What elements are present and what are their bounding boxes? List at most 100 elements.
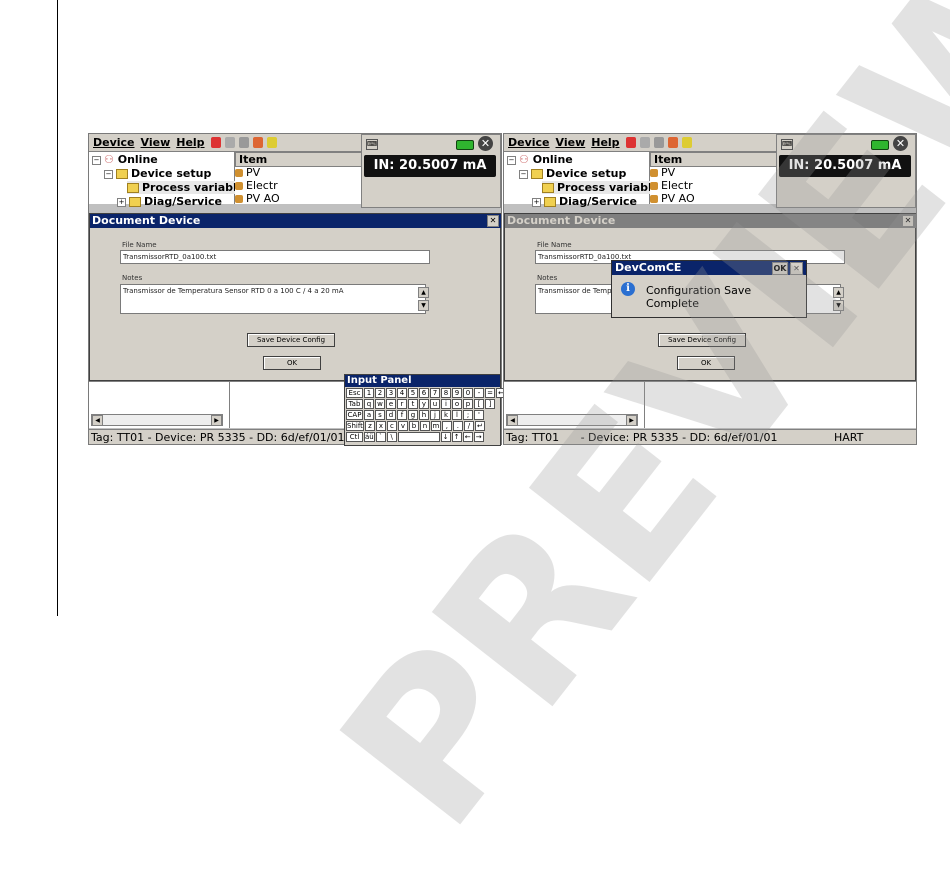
list-item[interactable]: PV [650, 166, 675, 179]
keyboard-key[interactable]: ↑ [451, 432, 462, 442]
notes-field[interactable]: Transmissor de Temperatura Sensor RTD 0 … [120, 284, 426, 314]
save-device-config-button[interactable]: Save Device Config [658, 333, 746, 347]
device-icon[interactable] [653, 137, 664, 148]
close-icon[interactable]: ✕ [893, 136, 908, 151]
keyboard-key[interactable]: / [463, 421, 474, 431]
keyboard-key[interactable]: f [397, 410, 407, 420]
keyboard-key[interactable]: v [397, 421, 408, 431]
keyboard-key[interactable]: 5 [408, 388, 418, 398]
tree-item-process-variables[interactable]: Process variable: [542, 181, 664, 194]
menu-view[interactable]: View [556, 136, 586, 149]
scroll-left-icon[interactable]: ◀ [507, 415, 518, 426]
keyboard-key[interactable]: t [408, 399, 418, 409]
disconnect-icon[interactable] [224, 137, 235, 148]
keyboard-key[interactable]: 2 [375, 388, 385, 398]
keyboard-key[interactable]: l [452, 410, 462, 420]
keyboard-key[interactable]: 1 [364, 388, 374, 398]
keyboard-key[interactable]: Ctl [346, 432, 363, 442]
keyboard-key[interactable]: . [452, 421, 463, 431]
keyboard-key[interactable]: = [485, 388, 495, 398]
close-icon[interactable]: ✕ [478, 136, 493, 151]
keyboard-key[interactable]: 9 [452, 388, 462, 398]
keyboard-key[interactable]: k [441, 410, 451, 420]
keyboard-key[interactable]: m [430, 421, 441, 431]
menu-device[interactable]: Device [93, 136, 135, 149]
keyboard-key[interactable]: x [375, 421, 386, 431]
help-icon[interactable] [266, 137, 277, 148]
list-item[interactable]: Electr [235, 179, 278, 192]
keyboard-key[interactable]: 4 [397, 388, 407, 398]
keyboard-key[interactable]: 8 [441, 388, 451, 398]
scroll-down-icon[interactable]: ▼ [418, 300, 429, 311]
keyboard-key[interactable] [397, 432, 440, 442]
keyboard-key[interactable]: r [397, 399, 407, 409]
keyboard-key[interactable]: w [375, 399, 385, 409]
keyboard-key[interactable]: p [463, 399, 473, 409]
list-item[interactable]: PV AO [650, 192, 695, 205]
keyboard-key[interactable]: → [473, 432, 484, 442]
keyboard-key[interactable]: ` [375, 432, 386, 442]
keyboard-key[interactable]: \ [386, 432, 397, 442]
item-column-header[interactable]: Item [235, 152, 364, 167]
tree-item-online[interactable]: − ⚇ Online [507, 153, 573, 166]
tree-item-device-setup[interactable]: − Device setup [104, 167, 211, 180]
item-column-header[interactable]: Item [650, 152, 779, 167]
list-item[interactable]: PV [235, 166, 260, 179]
menu-device[interactable]: Device [508, 136, 550, 149]
keyboard-key[interactable]: s [375, 410, 385, 420]
keyboard-key[interactable]: o [452, 399, 462, 409]
keyboard-key[interactable]: 6 [419, 388, 429, 398]
save-device-config-button[interactable]: Save Device Config [247, 333, 335, 347]
keyboard-icon[interactable]: ⌨ [366, 139, 378, 150]
tree-item-online[interactable]: − ⚇ Online [92, 153, 158, 166]
keyboard-key[interactable]: ↓ [440, 432, 451, 442]
keyboard-key[interactable]: - [474, 388, 484, 398]
device-icon[interactable] [238, 137, 249, 148]
keyboard-key[interactable]: Tab [346, 399, 363, 409]
horizontal-scrollbar[interactable]: ◀ ▶ [91, 414, 223, 426]
keyboard-key[interactable]: j [430, 410, 440, 420]
keyboard-key[interactable]: c [386, 421, 397, 431]
list-item[interactable]: Electr [650, 179, 693, 192]
keyboard-key[interactable]: 7 [430, 388, 440, 398]
keyboard-key[interactable]: a [364, 410, 374, 420]
keyboard-key[interactable]: , [441, 421, 452, 431]
message-ok-button[interactable]: OK [772, 262, 788, 275]
connect-icon[interactable] [625, 137, 636, 148]
keyboard-key[interactable]: 3 [386, 388, 396, 398]
keyboard-key[interactable]: ↵ [474, 421, 485, 431]
scroll-up-icon[interactable]: ▲ [833, 287, 844, 298]
keyboard-key[interactable]: [ [474, 399, 484, 409]
close-icon[interactable]: ✕ [487, 215, 499, 227]
close-icon[interactable]: ✕ [902, 215, 914, 227]
keyboard-icon[interactable]: ⌨ [781, 139, 793, 150]
connect-icon[interactable] [210, 137, 221, 148]
keyboard-key[interactable]: z [364, 421, 375, 431]
collapse-icon[interactable]: − [104, 169, 113, 179]
keyboard-key[interactable]: q [364, 399, 374, 409]
scroll-up-icon[interactable]: ▲ [418, 287, 429, 298]
menu-help[interactable]: Help [176, 136, 204, 149]
tree-item-device-setup[interactable]: − Device setup [519, 167, 626, 180]
keyboard-key[interactable]: n [419, 421, 430, 431]
keyboard-key[interactable]: h [419, 410, 429, 420]
tree-item-diag-service[interactable]: + Diag/Service [532, 195, 637, 208]
keyboard-key[interactable]: áü [364, 432, 375, 442]
keyboard-key[interactable]: d [386, 410, 396, 420]
scroll-down-icon[interactable]: ▼ [833, 300, 844, 311]
keyboard-key[interactable]: ; [463, 410, 473, 420]
expand-icon[interactable]: + [117, 197, 126, 207]
menu-view[interactable]: View [141, 136, 171, 149]
tree-item-process-variables[interactable]: Process variable: [127, 181, 249, 194]
scroll-right-icon[interactable]: ▶ [211, 415, 222, 426]
keyboard-key[interactable]: b [408, 421, 419, 431]
scroll-left-icon[interactable]: ◀ [92, 415, 103, 426]
close-icon[interactable]: ✕ [790, 262, 803, 275]
keyboard-key[interactable]: y [419, 399, 429, 409]
keyboard-key[interactable]: CAP [346, 410, 363, 420]
collapse-icon[interactable]: − [507, 155, 516, 165]
config-icon[interactable] [252, 137, 263, 148]
keyboard-key[interactable]: ' [474, 410, 484, 420]
scroll-right-icon[interactable]: ▶ [626, 415, 637, 426]
keyboard-key[interactable]: 0 [463, 388, 473, 398]
